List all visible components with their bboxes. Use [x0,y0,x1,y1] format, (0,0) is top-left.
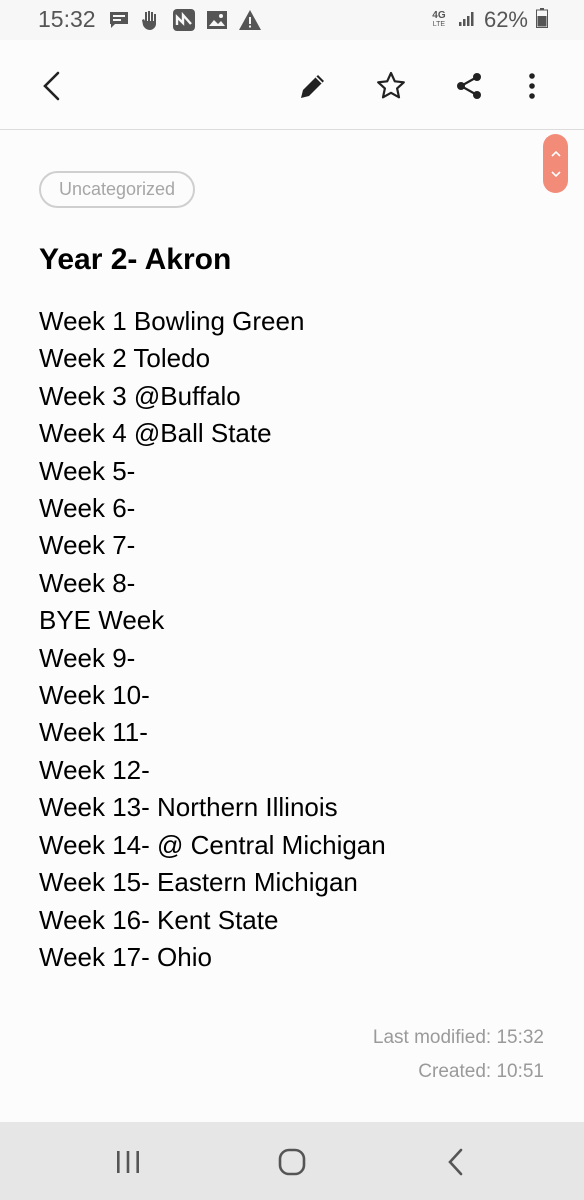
note-line: Week 14- @ Central Michigan [39,829,386,860]
chevron-down-icon [550,165,562,183]
chat-bubble-icon [108,10,130,30]
system-nav-bar [0,1122,584,1200]
warning-icon [238,9,262,31]
recents-icon [115,1150,141,1174]
battery-icon [536,7,548,33]
note-title: Year 2- Akron [39,243,232,276]
note-line: Week 3 @Buffalo [39,380,241,411]
last-modified: Last modified: 15:32 [372,1027,544,1048]
note-line: BYE Week [39,605,165,636]
note-line: Week 12- [39,754,150,785]
more-vert-icon [528,72,536,100]
note-line: Week 1 Bowling Green [39,306,305,336]
favorite-button[interactable] [367,62,415,110]
note-line: Week 4 @Ball State [39,418,272,449]
share-icon [454,71,484,101]
back-arrow-icon [41,71,63,101]
note-toolbar [0,40,584,130]
note-content[interactable]: Uncategorized Year 2- Akron Week 1 Bowli… [0,131,584,1122]
pencil-icon [298,71,328,101]
home-icon [278,1148,306,1176]
back-icon [447,1148,465,1176]
network-type: 4G LTE [428,11,450,29]
status-time: 15:32 [38,6,96,32]
created-date: Created: 10:51 [418,1061,544,1082]
app-n-icon [172,8,196,32]
note-line: Week 2 Toledo [39,343,211,374]
note-line: Week 6- [39,493,136,524]
note-line: Week 10- [39,680,150,711]
signal-icon [458,9,476,32]
note-body: Week 1 Bowling Green Week 2 Toledo Week … [39,303,386,976]
note-line: Week 17- Ohio [39,941,212,972]
note-line: Week 8- [39,567,136,598]
edit-button[interactable] [289,62,337,110]
hand-icon [140,9,162,31]
note-line: Week 16- Kent State [39,904,279,935]
home-button[interactable] [270,1140,314,1184]
recents-button[interactable] [106,1140,150,1184]
note-line: Week 15- Eastern Michigan [39,867,358,898]
note-line: Week 11- [39,717,148,748]
scroll-handle[interactable] [543,134,568,193]
status-bar: 15:32 4G LTE 62% [0,0,584,40]
note-line: Week 5- [39,455,136,486]
category-chip[interactable]: Uncategorized [39,171,196,208]
notification-icons [108,8,262,32]
back-button[interactable] [28,62,76,110]
note-line: Week 13- Northern Illinois [39,792,338,823]
image-icon [206,10,228,30]
chevron-up-icon [550,145,562,163]
nav-back-button[interactable] [434,1140,478,1184]
share-button[interactable] [445,62,493,110]
network-sub-label: LTE [432,21,446,28]
more-options-button[interactable] [508,62,556,110]
status-right: 4G LTE 62% [428,6,548,34]
note-line: Week 7- [39,530,136,561]
star-outline-icon [375,70,407,102]
battery-percent: 62% [483,7,528,32]
note-line: Week 9- [39,642,136,673]
